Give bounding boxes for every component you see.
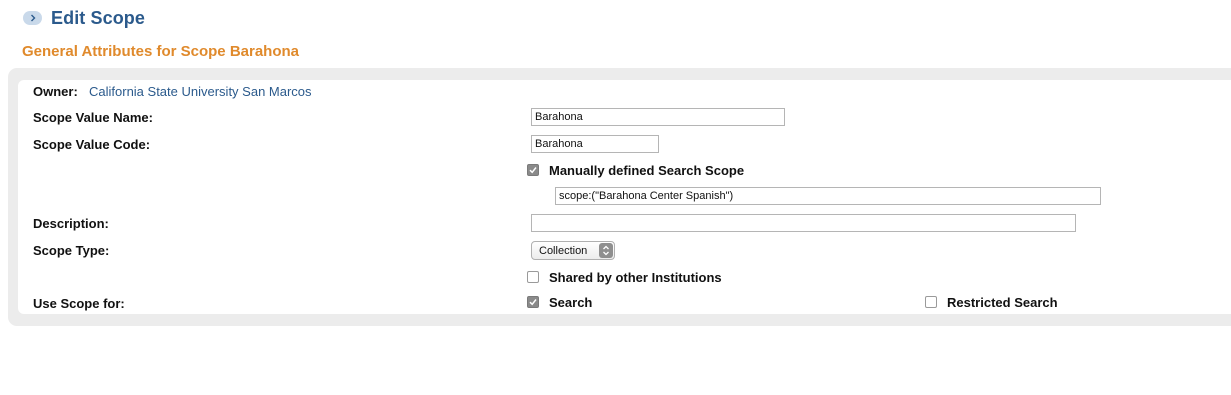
page-header: Edit Scope [23, 6, 145, 30]
scope-type-select[interactable]: Collection [531, 241, 615, 260]
search-label: Search [549, 295, 593, 310]
shared-label: Shared by other Institutions [549, 270, 722, 285]
scope-value-code-label: Scope Value Code: [33, 137, 151, 152]
restricted-search-label: Restricted Search [947, 295, 1058, 310]
scope-type-label: Scope Type: [33, 243, 110, 258]
scope-value-name-input[interactable] [531, 108, 785, 126]
manual-scope-label: Manually defined Search Scope [549, 163, 745, 178]
page-title: Edit Scope [51, 7, 146, 28]
manual-scope-checkbox[interactable] [527, 164, 539, 176]
select-arrows-icon [599, 243, 613, 258]
use-scope-label: Use Scope for: [33, 296, 125, 311]
scope-value-code-input[interactable] [531, 135, 659, 153]
owner-value: California State University San Marcos [89, 84, 312, 99]
scope-type-selected: Collection [539, 244, 588, 257]
checkmark-icon [529, 299, 537, 306]
restricted-search-checkbox[interactable] [925, 296, 937, 308]
search-checkbox[interactable] [527, 296, 539, 308]
checkmark-icon [529, 167, 537, 174]
chevron-right-icon[interactable] [23, 11, 42, 25]
scope-value-name-label: Scope Value Name: [33, 110, 153, 125]
shared-checkbox[interactable] [527, 271, 539, 283]
manual-scope-query-input[interactable] [555, 187, 1101, 205]
description-label: Description: [33, 216, 109, 231]
owner-label: Owner: [33, 84, 78, 99]
section-title: General Attributes for Scope Barahona [22, 43, 300, 60]
description-input[interactable] [531, 214, 1076, 232]
